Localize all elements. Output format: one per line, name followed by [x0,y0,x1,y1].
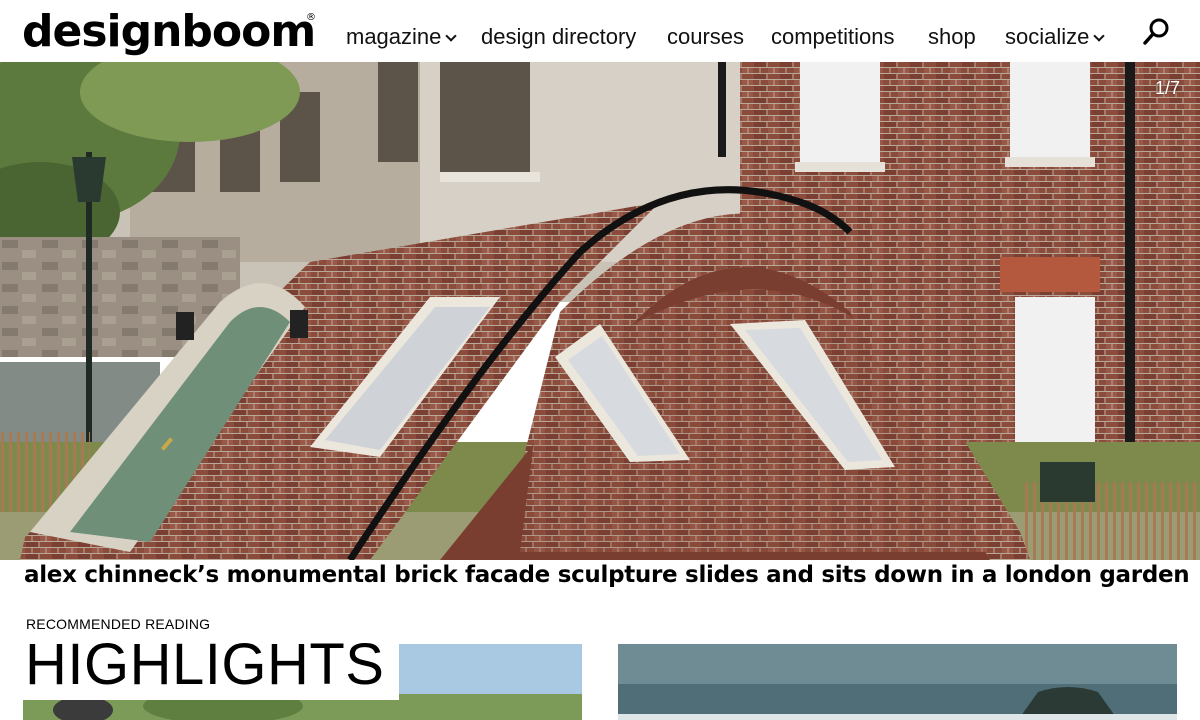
chevron-down-icon [445,30,458,42]
nav-item-magazine[interactable]: magazine [346,22,458,52]
site-header: designboom ® magazine design directory c… [0,0,1200,62]
search-icon[interactable] [1142,16,1172,46]
nav-item-label: magazine [346,24,442,49]
nav-item-shop[interactable]: shop [928,22,976,52]
article-title[interactable]: alex chinneck’s monumental brick facade … [24,562,1190,588]
nav-item-courses[interactable]: courses [667,22,744,52]
recommended-reading-label: RECOMMENDED READING [26,616,211,632]
registered-mark: ® [306,12,316,23]
nav-item-design-directory[interactable]: design directory [481,22,636,52]
slide-counter: 1/7 [1154,78,1180,98]
chevron-down-icon [1093,30,1106,42]
nav-item-label: socialize [1005,24,1090,49]
nav-item-label: competitions [771,24,895,49]
nav-item-socialize[interactable]: socialize [1005,22,1106,52]
highlights-heading: HIGHLIGHTS [23,634,399,700]
nav-item-label: design directory [481,24,637,49]
nav-item-competitions[interactable]: competitions [771,22,895,52]
nav-item-label: shop [928,24,976,49]
highlight-thumbnail-right[interactable] [618,644,1177,720]
nav-item-label: courses [667,24,745,49]
designboom-logo[interactable]: designboom [22,4,316,60]
hero-image[interactable]: 1/7 [0,62,1200,560]
brick-facade-sculpture-photo [0,62,1200,560]
highlight-photo-right [618,644,1177,720]
